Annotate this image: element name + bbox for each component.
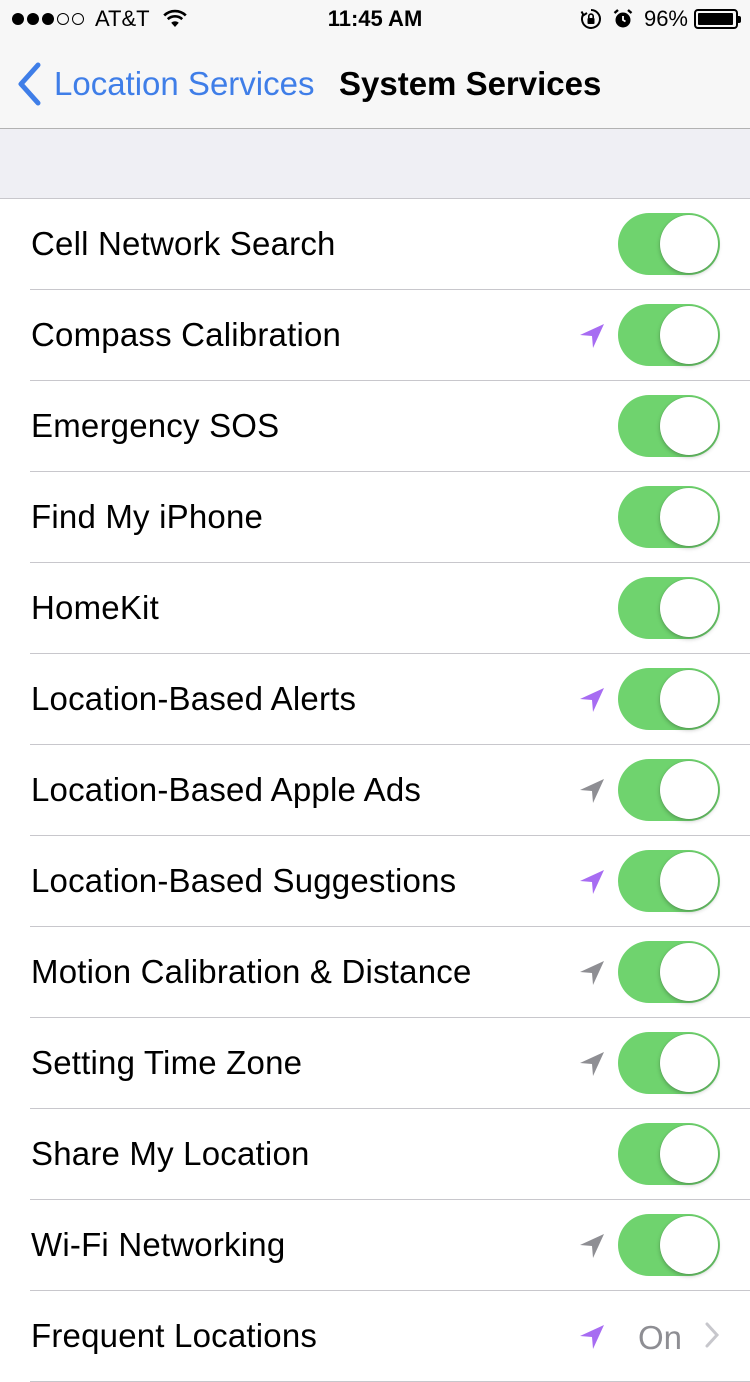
toggle-switch[interactable] xyxy=(618,486,720,548)
setting-row-cell-network-search: Cell Network Search xyxy=(0,199,750,290)
toggle-knob xyxy=(660,397,718,455)
location-arrow-icon xyxy=(580,1234,604,1258)
status-right: 96% xyxy=(580,6,741,32)
battery-icon xyxy=(694,9,741,29)
toggle-knob xyxy=(660,488,718,546)
toggle-knob xyxy=(660,579,718,637)
location-arrow-icon xyxy=(580,324,604,348)
toggle-knob xyxy=(660,1034,718,1092)
setting-row-wi-fi-networking: Wi-Fi Networking xyxy=(0,1200,750,1291)
location-arrow-icon xyxy=(580,870,604,894)
location-arrow-icon xyxy=(580,1052,604,1076)
setting-label: HomeKit xyxy=(31,589,159,626)
toggle-switch[interactable] xyxy=(618,577,720,639)
setting-label: Frequent Locations xyxy=(31,1317,318,1354)
toggle-knob xyxy=(660,670,718,728)
toggle-knob xyxy=(660,1125,718,1183)
setting-label: Emergency SOS xyxy=(31,407,280,444)
location-arrow-icon xyxy=(580,688,604,712)
setting-row-find-my-iphone: Find My iPhone xyxy=(0,472,750,563)
setting-row-frequent-locations[interactable]: Frequent Locations On xyxy=(0,1291,750,1382)
setting-label: Location-Based Alerts xyxy=(31,680,357,717)
setting-label: Location-Based Apple Ads xyxy=(31,771,422,808)
back-button[interactable]: Location Services xyxy=(16,62,314,106)
setting-row-share-my-location: Share My Location xyxy=(0,1109,750,1200)
toggle-knob xyxy=(660,306,718,364)
toggle-knob xyxy=(660,1216,718,1274)
back-button-label: Location Services xyxy=(54,65,315,102)
toggle-switch[interactable] xyxy=(618,395,720,457)
setting-label: Wi-Fi Networking xyxy=(31,1226,286,1263)
setting-label: Share My Location xyxy=(31,1135,310,1172)
toggle-knob xyxy=(660,943,718,1001)
setting-row-homekit: HomeKit xyxy=(0,563,750,654)
orientation-lock-icon xyxy=(580,8,602,30)
toggle-switch[interactable] xyxy=(618,213,720,275)
setting-label: Motion Calibration & Distance xyxy=(31,953,472,990)
toggle-knob xyxy=(660,852,718,910)
chevron-left-icon xyxy=(16,62,42,106)
toggle-switch[interactable] xyxy=(618,850,720,912)
battery-percent: 96% xyxy=(643,6,688,31)
toggle-switch[interactable] xyxy=(618,1214,720,1276)
toggle-switch[interactable] xyxy=(618,1032,720,1094)
setting-label: Compass Calibration xyxy=(31,316,342,353)
setting-row-setting-time-zone: Setting Time Zone xyxy=(0,1018,750,1109)
location-arrow-icon xyxy=(580,779,604,803)
setting-row-location-based-suggestions: Location-Based Suggestions xyxy=(0,836,750,927)
toggle-switch[interactable] xyxy=(618,759,720,821)
setting-row-emergency-sos: Emergency SOS xyxy=(0,381,750,472)
setting-label: Cell Network Search xyxy=(31,225,336,262)
setting-row-motion-calibration-and-distance: Motion Calibration & Distance xyxy=(0,927,750,1018)
setting-row-compass-calibration: Compass Calibration xyxy=(0,290,750,381)
setting-label: Setting Time Zone xyxy=(31,1044,303,1081)
setting-row-location-based-apple-ads: Location-Based Apple Ads xyxy=(0,745,750,836)
page-title: System Services xyxy=(339,65,602,102)
toggle-switch[interactable] xyxy=(618,1123,720,1185)
location-arrow-icon xyxy=(580,961,604,985)
toggle-switch[interactable] xyxy=(618,304,720,366)
setting-label: Find My iPhone xyxy=(31,498,264,535)
location-arrow-icon xyxy=(580,1325,604,1349)
toggle-switch[interactable] xyxy=(618,668,720,730)
alarm-icon xyxy=(612,8,634,30)
toggle-switch[interactable] xyxy=(618,941,720,1003)
chevron-right-icon xyxy=(705,1322,720,1348)
toggle-knob xyxy=(660,761,718,819)
toggle-knob xyxy=(660,215,718,273)
status-bar: AT&T 11:45 AM 96% xyxy=(0,0,750,40)
setting-value: On xyxy=(638,1319,683,1356)
setting-row-location-based-alerts: Location-Based Alerts xyxy=(0,654,750,745)
navigation-bar: Location Services System Services xyxy=(0,40,750,129)
system-services-list: Cell Network Search Compass Calibration Em… xyxy=(0,198,750,1382)
setting-label: Location-Based Suggestions xyxy=(31,862,457,899)
